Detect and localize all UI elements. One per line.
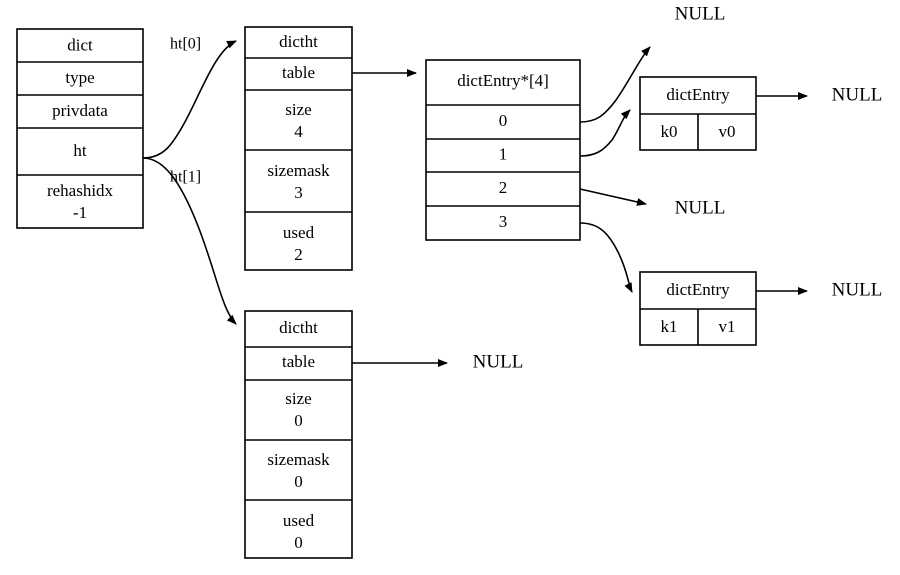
dictht1-field-size: size bbox=[285, 389, 311, 408]
dictht1-field-sizemask: sizemask bbox=[267, 450, 330, 469]
dictht1-field-size-value: 0 bbox=[294, 411, 303, 430]
null-label-entry0-next: NULL bbox=[832, 84, 883, 105]
dict-entry-1-node: dictEntry k1 v1 bbox=[639, 271, 757, 346]
dictht0-node: dictht table size 4 sizemask 3 used 2 bbox=[244, 26, 353, 271]
dictht0-field-sizemask-value: 3 bbox=[294, 183, 303, 202]
edge-ht0 bbox=[142, 40, 237, 159]
dictht1-field-used: used bbox=[283, 511, 315, 530]
edge-bucket1-to-entry0 bbox=[579, 109, 631, 157]
dictht0-field-table: table bbox=[282, 63, 315, 82]
null-label-entry1-next: NULL bbox=[832, 279, 883, 300]
bucket-array-node: dictEntry*[4] 0 1 2 3 bbox=[425, 59, 581, 241]
dict-field-type: type bbox=[65, 68, 94, 87]
dict-entry-1-value: v1 bbox=[719, 317, 736, 336]
dictht1-node: dictht table size 0 sizemask 0 used 0 bbox=[244, 310, 353, 559]
null-label-dictht1-table: NULL bbox=[473, 351, 524, 372]
dict-entry-1-header: dictEntry bbox=[666, 280, 730, 299]
dictht0-field-size-value: 4 bbox=[294, 122, 303, 141]
dict-field-ht: ht bbox=[73, 141, 87, 160]
dict-entry-0-key: k0 bbox=[661, 122, 678, 141]
dictht0-field-sizemask: sizemask bbox=[267, 161, 330, 180]
dict-field-dict: dict bbox=[67, 35, 93, 54]
edge-bucket2-to-null bbox=[579, 188, 647, 206]
dictht0-field-used-value: 2 bbox=[294, 245, 303, 264]
bucket-slot-0: 0 bbox=[499, 111, 508, 130]
dictht1-field-used-value: 0 bbox=[294, 533, 303, 552]
dictht0-field-dictht: dictht bbox=[279, 32, 318, 51]
null-label-bucket0: NULL bbox=[675, 3, 726, 24]
dictht0-field-used: used bbox=[283, 223, 315, 242]
dict-field-privdata: privdata bbox=[52, 101, 108, 120]
dict-struct-node: dict type privdata ht rehashidx -1 bbox=[16, 28, 144, 229]
bucket-slot-2: 2 bbox=[499, 178, 508, 197]
dict-field-rehashidx: rehashidx bbox=[47, 181, 114, 200]
dict-entry-0-header: dictEntry bbox=[666, 85, 730, 104]
dictht1-field-dictht: dictht bbox=[279, 318, 318, 337]
dict-field-rehashidx-value: -1 bbox=[73, 203, 87, 222]
dict-entry-1-key: k1 bbox=[661, 317, 678, 336]
bucket-slot-3: 3 bbox=[499, 212, 508, 231]
null-label-bucket2: NULL bbox=[675, 197, 726, 218]
bucket-array-header: dictEntry*[4] bbox=[457, 71, 549, 90]
dictht0-field-size: size bbox=[285, 100, 311, 119]
dict-entry-0-node: dictEntry k0 v0 bbox=[639, 76, 757, 151]
dict-entry-0-value: v0 bbox=[719, 122, 736, 141]
edge-bucket3-to-entry1 bbox=[579, 222, 633, 293]
structure-diagram: dict type privdata ht rehashidx -1 dicth… bbox=[16, 3, 883, 559]
dictht1-field-table: table bbox=[282, 352, 315, 371]
diagram-canvas: dict type privdata ht rehashidx -1 dicth… bbox=[0, 0, 900, 575]
dictht1-field-sizemask-value: 0 bbox=[294, 472, 303, 491]
edge-label-ht1: ht[1] bbox=[170, 169, 201, 186]
edge-label-ht0: ht[0] bbox=[170, 36, 201, 53]
bucket-slot-1: 1 bbox=[499, 144, 508, 163]
